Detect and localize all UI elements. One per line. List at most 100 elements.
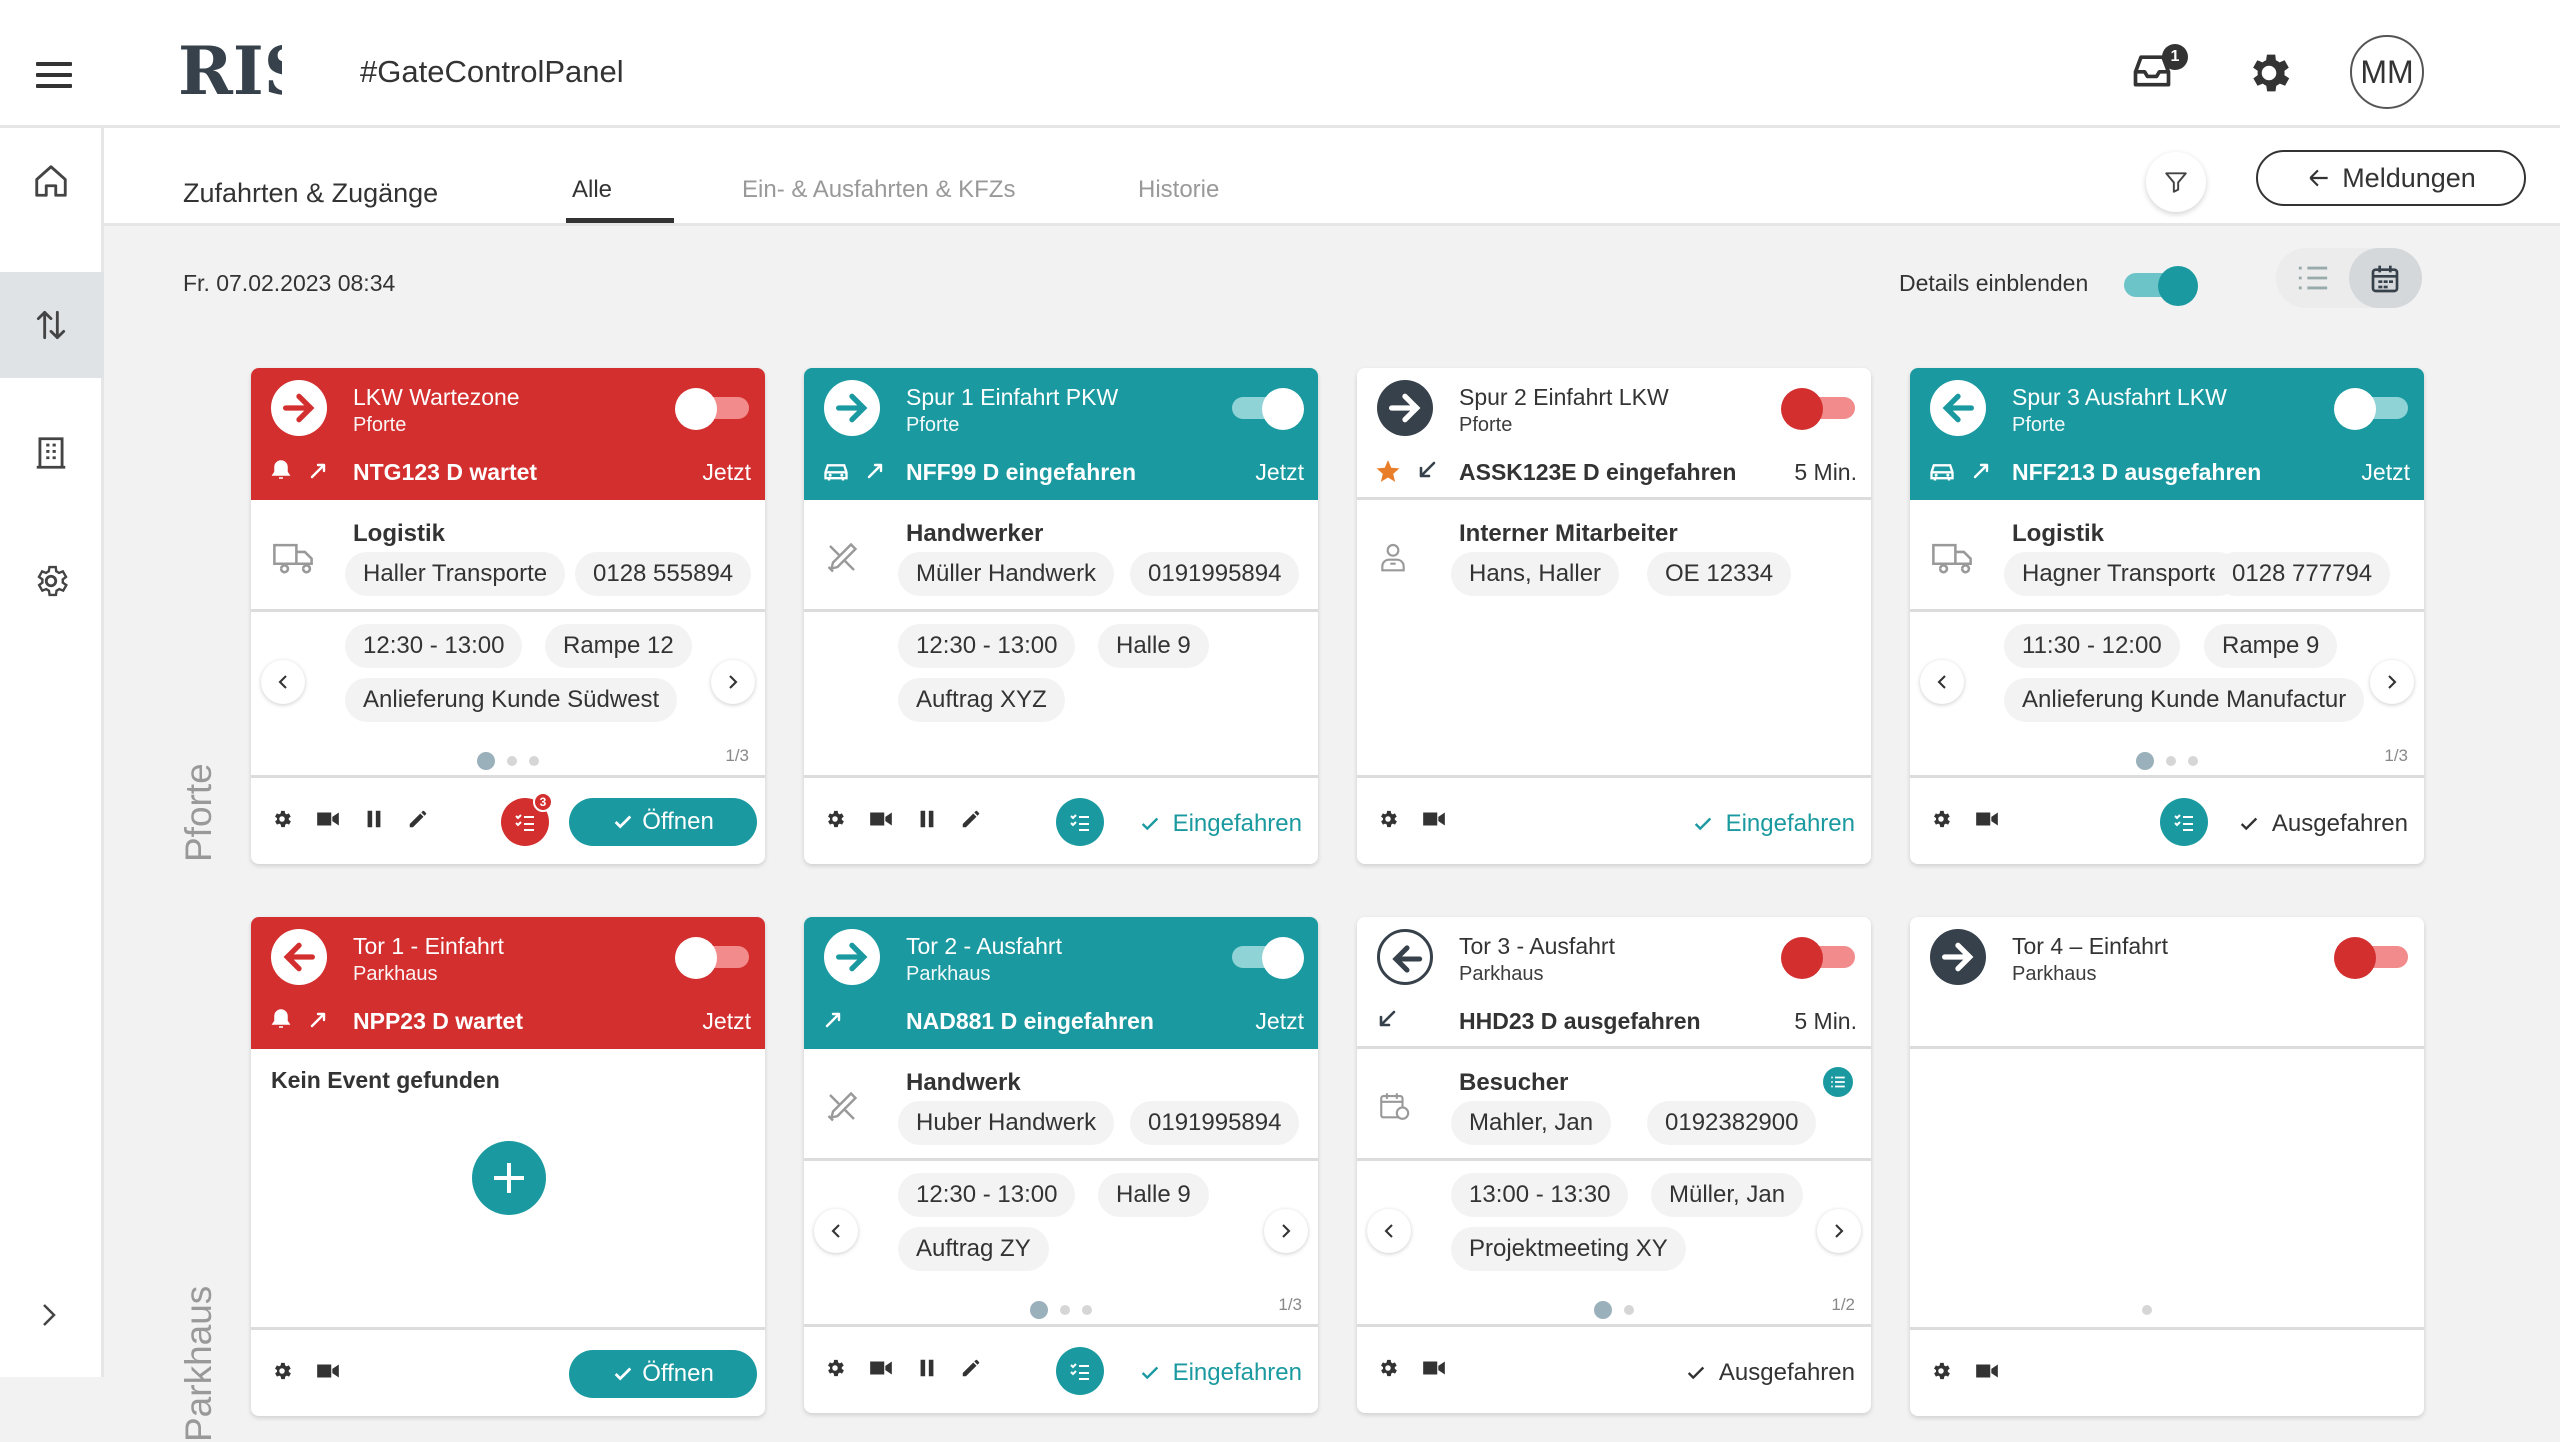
page-index: 1/3 [1278, 1295, 1302, 1314]
gear-icon[interactable] [1930, 808, 1952, 830]
video-camera-icon[interactable] [868, 1357, 894, 1379]
video-camera-icon[interactable] [1974, 1360, 2000, 1382]
gear-icon[interactable] [271, 1360, 293, 1382]
chevron-left-icon [1937, 675, 1946, 689]
gate-state-label: Eingefahren [1172, 1359, 1302, 1386]
next-button[interactable] [1817, 1209, 1861, 1253]
gear-icon[interactable] [1930, 1360, 1952, 1382]
sub-header: Zufahrten & Zugänge Alle Ein- & Ausfahrt… [104, 128, 2560, 226]
note-badge[interactable] [1823, 1067, 1853, 1097]
gate-toggle[interactable] [1781, 937, 1857, 979]
gate-state-label: Ausgefahren [2271, 810, 2408, 837]
checklist-button[interactable] [1056, 1347, 1104, 1395]
prev-button[interactable] [261, 660, 305, 704]
plus-icon [494, 1163, 524, 1193]
gate-toggle[interactable] [1228, 937, 1304, 979]
visitor-info: Besucher Mahler, Jan 0192382900 [1357, 1049, 1871, 1161]
gate-toggle[interactable] [1228, 388, 1304, 430]
sidebar-item-access[interactable] [0, 272, 104, 378]
video-camera-icon[interactable] [315, 808, 341, 830]
gear-icon[interactable] [1377, 1357, 1399, 1379]
card-title: Tor 4 – Einfahrt [2012, 933, 2168, 959]
card-title: Spur 1 Einfahrt PKW [906, 384, 1119, 410]
inbox-count-badge: 1 [2162, 44, 2188, 70]
menu-icon[interactable] [36, 62, 72, 88]
checklist-button[interactable] [2160, 798, 2208, 846]
truck-icon [273, 543, 313, 574]
card-title: Spur 2 Einfahrt LKW [1459, 384, 1669, 410]
tab-ein-ausfahrten[interactable]: Ein- & Ausfahrten & KFZs [742, 176, 1015, 204]
gate-toggle[interactable] [2334, 937, 2410, 979]
settings-gear-icon[interactable] [2244, 48, 2294, 98]
truck-icon [1932, 543, 1972, 574]
visitor-info: Interner Mitarbeiter Hans, Haller OE 123… [1357, 500, 1871, 778]
tab-historie[interactable]: Historie [1138, 176, 1219, 204]
unit-chip: OE 12334 [1647, 552, 1792, 596]
gear-icon[interactable] [824, 808, 846, 830]
star-icon [1376, 460, 1400, 482]
gate-toggle[interactable] [1781, 388, 1857, 430]
pause-icon[interactable] [916, 808, 938, 830]
swap-arrows-icon [867, 463, 883, 479]
checklist-button[interactable]: 3 [501, 792, 553, 846]
card-header: Tor 2 - Ausfahrt Parkhaus NAD881 D einge… [804, 917, 1318, 1049]
filter-button[interactable] [2146, 152, 2206, 212]
prev-button[interactable] [1367, 1209, 1411, 1253]
user-avatar[interactable]: MM [2350, 35, 2424, 109]
video-camera-icon[interactable] [315, 1360, 341, 1382]
video-camera-icon[interactable] [868, 808, 894, 830]
sidebar-item-settings[interactable] [0, 528, 104, 634]
prev-button[interactable] [814, 1209, 858, 1253]
prev-button[interactable] [1920, 660, 1964, 704]
company-chip: Hagner Transporte [2004, 552, 2241, 596]
video-camera-icon[interactable] [1421, 808, 1447, 830]
check-icon [1141, 817, 1158, 831]
pagination-dots [1357, 1301, 1871, 1319]
sidebar-item-home[interactable] [0, 128, 104, 234]
time-chip: 13:00 - 13:30 [1451, 1173, 1629, 1217]
checklist-button[interactable] [1056, 798, 1104, 846]
view-switcher [2276, 248, 2422, 308]
pagination-dot [2142, 1305, 2152, 1315]
card-header: Tor 1 - Einfahrt Parkhaus NPP23 D wartet… [251, 917, 765, 1049]
gate-toggle[interactable] [675, 937, 751, 979]
open-gate-button[interactable]: Öffnen [569, 1350, 757, 1398]
video-camera-icon[interactable] [1421, 1357, 1447, 1379]
video-camera-icon[interactable] [1974, 808, 2000, 830]
next-button[interactable] [1264, 1209, 1308, 1253]
edit-pencil-icon[interactable] [960, 1357, 982, 1379]
card-footer: Öffnen [251, 1330, 765, 1416]
add-event-button[interactable] [472, 1141, 546, 1215]
calendar-view-button[interactable] [2349, 248, 2422, 308]
page-index: 1/2 [1831, 1295, 1855, 1314]
checklist-icon [2174, 814, 2193, 831]
gear-icon[interactable] [271, 808, 293, 830]
gate-toggle[interactable] [675, 388, 751, 430]
pause-icon[interactable] [363, 808, 385, 830]
gate-card-lkw-wartezone: LKW Wartezone Pforte NTG123 D wartet Jet… [251, 368, 765, 864]
edit-pencil-icon[interactable] [407, 808, 429, 830]
visitor-category: Handwerk [906, 1069, 1021, 1096]
gate-card-spur-1: Spur 1 Einfahrt PKW Pforte NFF99 D einge… [804, 368, 1318, 864]
sidebar-item-buildings[interactable] [0, 400, 104, 506]
chevron-left-icon [831, 1224, 840, 1238]
gate-state: Ausgefahren [1685, 1359, 1855, 1387]
list-view-button[interactable] [2276, 248, 2349, 308]
meldungen-button[interactable]: Meldungen [2256, 150, 2526, 206]
tab-alle[interactable]: Alle [572, 176, 612, 204]
bell-icon [271, 460, 291, 479]
chevron-right-icon[interactable] [34, 1300, 64, 1330]
details-toggle[interactable] [2124, 266, 2198, 306]
inbox-icon[interactable]: 1 [2130, 44, 2188, 104]
vehicle-status: NFF213 D ausgefahren [2012, 459, 2262, 485]
gear-icon[interactable] [1377, 808, 1399, 830]
edit-pencil-icon[interactable] [960, 808, 982, 830]
open-gate-button[interactable]: Öffnen [569, 798, 757, 846]
card-footer: Ausgefahren [1357, 1327, 1871, 1413]
next-button[interactable] [711, 660, 755, 704]
next-button[interactable] [2370, 660, 2414, 704]
gate-toggle[interactable] [2334, 388, 2410, 430]
vehicle-status: NTG123 D wartet [353, 459, 538, 485]
gear-icon[interactable] [824, 1357, 846, 1379]
pause-icon[interactable] [916, 1357, 938, 1379]
